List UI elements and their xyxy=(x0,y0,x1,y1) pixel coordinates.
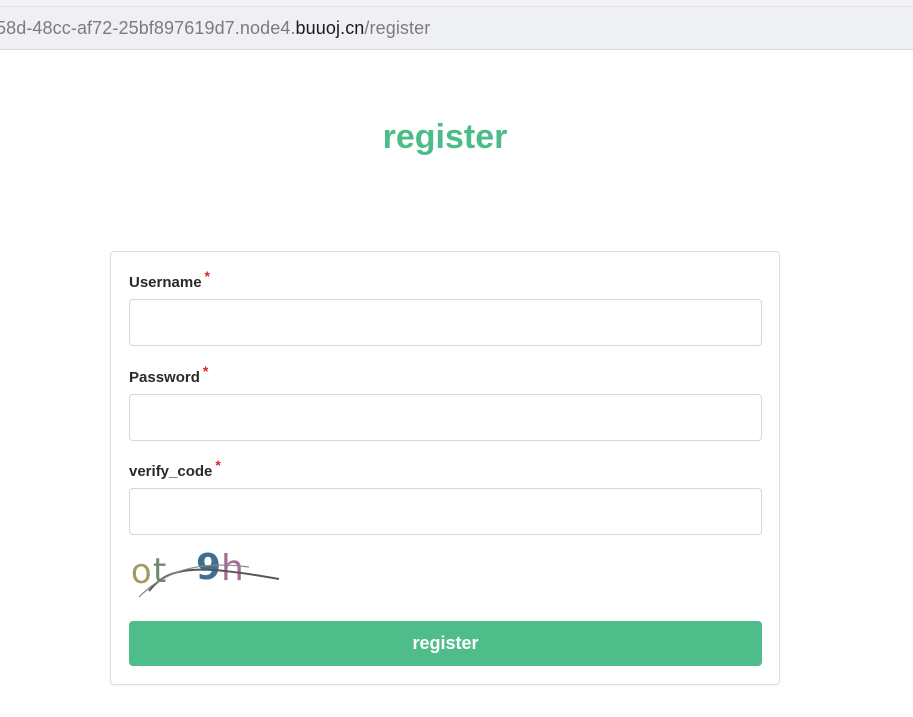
verify-code-label: verify_code * xyxy=(129,457,221,480)
captcha-image[interactable]: o t 9 h xyxy=(129,547,281,599)
address-bar[interactable]: 58d-48cc-af72-25bf897619d7.node4.buuoj.c… xyxy=(0,6,913,50)
password-input[interactable] xyxy=(129,394,762,441)
captcha-char: o xyxy=(130,551,153,592)
required-mark: * xyxy=(204,268,210,284)
verify-code-input[interactable] xyxy=(129,488,762,535)
url-domain: buuoj.cn xyxy=(295,18,365,38)
required-mark: * xyxy=(202,363,209,379)
page-title: register xyxy=(382,118,508,156)
url-path: /register xyxy=(364,18,431,38)
register-form: Username * Password * verify_code * o t 9 h… xyxy=(110,251,780,685)
captcha-char: h xyxy=(221,548,244,589)
register-button[interactable]: register xyxy=(129,621,762,666)
captcha-char: 9 xyxy=(196,547,221,588)
url-prefix: 58d-48cc-af72-25bf897619d7.node4. xyxy=(0,18,296,38)
username-label: Username * xyxy=(129,268,210,291)
required-mark: * xyxy=(215,457,221,473)
password-label: Password * xyxy=(129,363,209,386)
url-text[interactable]: 58d-48cc-af72-25bf897619d7.node4.buuoj.c… xyxy=(0,18,430,39)
username-input[interactable] xyxy=(129,299,762,346)
